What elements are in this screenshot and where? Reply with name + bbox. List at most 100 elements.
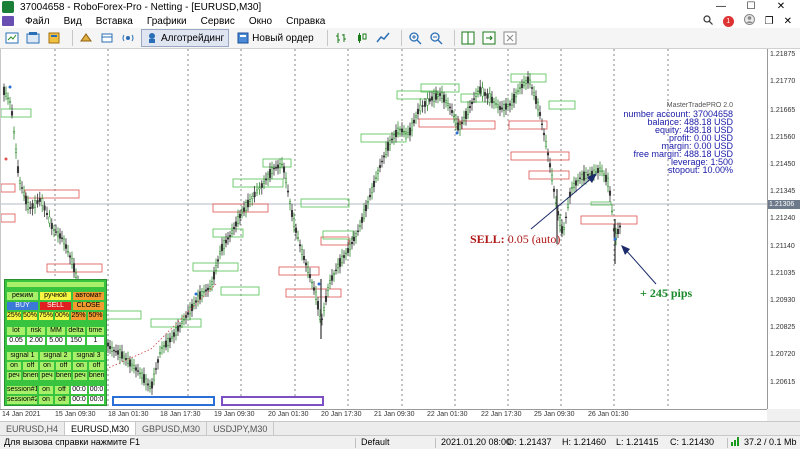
session-2-off[interactable]: off <box>55 396 69 404</box>
session-range-bar-2[interactable] <box>221 396 324 406</box>
buy-button[interactable]: BUY <box>7 302 38 310</box>
candle-body <box>236 216 240 224</box>
candle-body <box>18 180 22 184</box>
session-1-start[interactable]: 00:0 <box>71 386 87 394</box>
chart-shift-icon[interactable] <box>481 30 497 46</box>
signal-icon[interactable] <box>120 30 136 46</box>
zoom-out-icon[interactable] <box>428 30 444 46</box>
signal-mode[interactable]: реч <box>7 372 21 380</box>
signal-toggle[interactable]: off <box>56 362 71 370</box>
session-1-end[interactable]: 00:0 <box>89 386 104 394</box>
close-position-button[interactable]: CLOSE <box>73 302 104 310</box>
auto-scroll-icon[interactable] <box>502 30 518 46</box>
menu-view[interactable]: Вид <box>57 16 89 27</box>
algo-trading-button[interactable]: Алготрейдинг <box>141 29 230 47</box>
menu-window[interactable]: Окно <box>242 16 279 27</box>
signal-toggle[interactable]: on <box>40 362 54 370</box>
resistance-box <box>0 213 16 223</box>
market-watch-icon[interactable] <box>46 30 62 46</box>
signal-mode[interactable]: bnen <box>56 372 71 380</box>
line-chart-icon[interactable] <box>375 30 391 46</box>
percent-button[interactable]: 75% <box>39 312 53 320</box>
percent-button[interactable]: 50% <box>23 312 37 320</box>
signal-toggle[interactable]: on <box>73 362 87 370</box>
sell-button[interactable]: SELL <box>40 302 71 310</box>
delta-input[interactable]: 150 <box>67 337 85 345</box>
tab-gbpusd-m30[interactable]: GBPUSD,M30 <box>136 422 208 435</box>
percent-button[interactable]: 00% <box>55 312 69 320</box>
risk-input[interactable]: 2.00 <box>27 337 45 345</box>
maximize-button[interactable]: ☐ <box>736 0 766 14</box>
signal-mode[interactable]: реч <box>73 372 87 380</box>
price-chart[interactable]: MasterTradePRO 2.0 number account: 37004… <box>0 49 767 409</box>
time-input[interactable]: 1 <box>87 337 104 345</box>
signal-toggle[interactable]: off <box>23 362 38 370</box>
signal-mode[interactable]: bnen <box>23 372 38 380</box>
percent-button[interactable]: 25% <box>71 312 86 320</box>
account-icon[interactable] <box>743 14 755 28</box>
chart-close-button[interactable]: ✕ <box>784 16 792 27</box>
toolbar: Алготрейдинг Новый ордер <box>0 28 800 49</box>
menu-help[interactable]: Справка <box>279 16 332 27</box>
minimize-button[interactable]: — <box>706 0 736 14</box>
notifications-icon[interactable]: 1 <box>722 15 734 27</box>
time-label: 22 Jan 01:30 <box>427 411 468 418</box>
candle-body <box>438 93 442 96</box>
candle-body <box>45 213 49 215</box>
mode-auto-button[interactable]: автомат <box>73 292 104 300</box>
session-1-off[interactable]: off <box>55 386 69 394</box>
new-chart-icon[interactable] <box>4 30 20 46</box>
tab-usdjpy-m30[interactable]: USDJPY,M30 <box>207 422 275 435</box>
mm-input[interactable]: 5.00 <box>47 337 65 345</box>
menu-insert[interactable]: Вставка <box>89 16 140 27</box>
candle-body <box>36 200 39 204</box>
candle-body <box>454 118 458 125</box>
price-label: 1.21450 <box>770 161 796 168</box>
candle-body <box>384 148 388 155</box>
session-2-on[interactable]: on <box>39 396 53 404</box>
candle-body <box>406 132 410 135</box>
profiles-icon[interactable] <box>25 30 41 46</box>
close-button[interactable]: ✕ <box>766 0 796 14</box>
signal-mode[interactable]: реч <box>40 372 54 380</box>
tab-eurusd-h4[interactable]: EURUSD,H4 <box>0 422 66 435</box>
session-range-bar-1[interactable] <box>112 396 215 406</box>
search-icon[interactable] <box>703 14 713 28</box>
time-axis[interactable]: 14 Jan 2021 15 Jan 09:30 18 Jan 01:30 18… <box>0 409 767 421</box>
percent-button[interactable]: 25% <box>7 312 21 320</box>
signal-mode[interactable]: bnen <box>89 372 104 380</box>
signal-toggle[interactable]: on <box>7 362 21 370</box>
support-box <box>322 230 354 240</box>
lot-input[interactable]: 0.05 <box>7 337 25 345</box>
bar-chart-icon[interactable] <box>333 30 349 46</box>
percent-button[interactable]: 50% <box>88 312 103 320</box>
zoom-in-icon[interactable] <box>407 30 423 46</box>
status-help: Для вызова справки нажмите F1 <box>4 437 141 447</box>
candle-body <box>4 92 8 97</box>
candlestick-icon[interactable] <box>354 30 370 46</box>
mode-manual-button[interactable]: ручной <box>40 292 71 300</box>
session-1-on[interactable]: on <box>39 386 53 394</box>
candle-body <box>128 359 132 367</box>
session-2-end[interactable]: 00:0 <box>89 396 104 404</box>
connection-icon[interactable] <box>731 436 741 449</box>
new-order-icon <box>237 32 249 44</box>
pips-arrow-line <box>624 248 657 285</box>
tab-eurusd-m30[interactable]: EURUSD,M30 <box>65 422 137 435</box>
restore-button[interactable]: ❐ <box>765 16 774 27</box>
candle-body <box>442 94 446 103</box>
menu-tools[interactable]: Сервис <box>194 16 242 27</box>
new-order-button[interactable]: Новый ордер <box>233 29 318 47</box>
strategy-tester-icon[interactable] <box>99 30 115 46</box>
price-axis[interactable]: 1.21875 1.21770 1.21665 1.21560 1.21450 … <box>767 49 800 409</box>
candle-body <box>542 132 546 136</box>
menu-charts[interactable]: Графики <box>140 16 194 27</box>
status-profile[interactable]: Default <box>361 436 390 449</box>
tile-windows-icon[interactable] <box>460 30 476 46</box>
candle-body <box>536 101 540 111</box>
menu-file[interactable]: Файл <box>18 16 57 27</box>
candle-body <box>530 87 534 89</box>
navigator-icon[interactable] <box>78 30 94 46</box>
session-2-start[interactable]: 00:0 <box>71 396 87 404</box>
signal-toggle[interactable]: off <box>89 362 104 370</box>
